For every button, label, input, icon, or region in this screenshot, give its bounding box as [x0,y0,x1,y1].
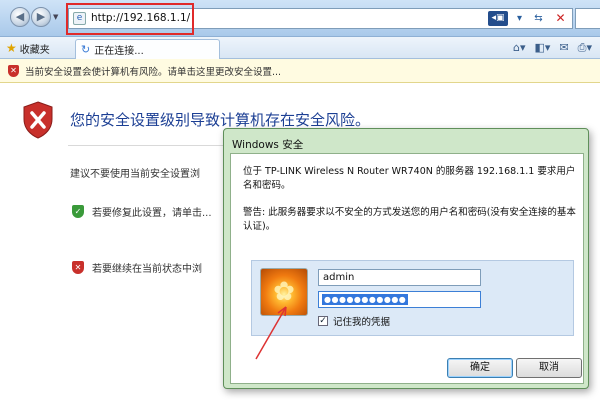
security-infobar[interactable]: ✕ 当前安全设置会使计算机有风险。请单击这里更改安全设置... [0,59,600,83]
forward-icon[interactable]: ▶ [31,7,51,27]
option-continue[interactable]: ✕ 若要继续在当前状态中浏 [72,260,202,275]
option-fix-settings[interactable]: ✓ 若要修复此设置，请单击... [72,204,212,219]
back-icon[interactable]: ◀ [10,7,30,27]
certificate-icon[interactable]: ◂▣ [488,11,508,26]
warning-title: 您的安全设置级别导致计算机存在安全风险。 [70,111,371,129]
infobar-text: 当前安全设置会使计算机有风险。请单击这里更改安全设置... [25,66,282,78]
refresh-icon[interactable]: ⇆ [531,11,546,26]
advice-text: 建议不要使用当前安全设置浏 [70,169,200,180]
divider [68,145,238,146]
shield-ok-icon: ✓ [72,205,84,218]
tab-bar: ★ 收藏夹 ↻ 正在连接... ⌂▾ ◧▾ ✉ ⎙▾ [0,37,600,59]
username-field[interactable]: admin [318,269,481,286]
shield-warning-icon: ✕ [8,64,19,77]
annotation-arrow [255,306,287,360]
favorites-label: 收藏夹 [19,44,50,56]
checkbox-icon[interactable]: ✓ [318,316,328,326]
address-highlight-box [66,3,194,35]
favorites-star-icon: ★ [6,41,17,55]
history-dropdown-icon[interactable]: ▼ [53,13,61,21]
option-fix-label: 若要修复此设置，请单击... [92,208,212,219]
tab-current[interactable]: ↻ 正在连接... [75,39,220,59]
credential-panel: ✿ admin ●●●●●●●●●●● ✓ 记住我的凭据 [251,260,574,336]
shield-x-small-icon: ✕ [72,261,84,274]
security-warning-message: 警告: 此服务器要求以不安全的方式发送您的用户名和密码(没有安全连接的基本认证)… [243,207,576,232]
address-dropdown-icon[interactable]: ▾ [512,11,527,26]
tab-label: 正在连接... [94,46,144,57]
option-continue-label: 若要继续在当前状态中浏 [92,264,202,275]
remember-credentials[interactable]: ✓ 记住我的凭据 [318,314,390,328]
stop-icon[interactable]: ✕ [553,11,568,26]
print-icon[interactable]: ⎙▾ [578,41,592,55]
ok-button[interactable]: 确定 [447,358,513,378]
dialog-title: Windows 安全 [232,139,304,151]
search-box[interactable] [575,8,600,29]
password-field[interactable]: ●●●●●●●●●●● [318,291,481,308]
server-message: 位于 TP-LINK Wireless N Router WR740N 的服务器… [243,166,576,191]
loading-icon: ↻ [81,43,91,56]
home-icon[interactable]: ⌂▾ [513,41,526,55]
address-tools: ◂▣ ▾ ⇆ [488,9,546,28]
remember-label: 记住我的凭据 [333,317,391,328]
cancel-button[interactable]: 取消 [516,358,582,378]
favorites-button[interactable]: ★ 收藏夹 [6,40,50,56]
command-bar: ⌂▾ ◧▾ ✉ ⎙▾ [513,41,592,55]
mail-icon[interactable]: ✉ [559,41,568,55]
shield-x-icon [23,101,53,139]
password-value: ●●●●●●●●●●● [322,294,409,305]
rss-icon[interactable]: ◧▾ [535,41,551,55]
